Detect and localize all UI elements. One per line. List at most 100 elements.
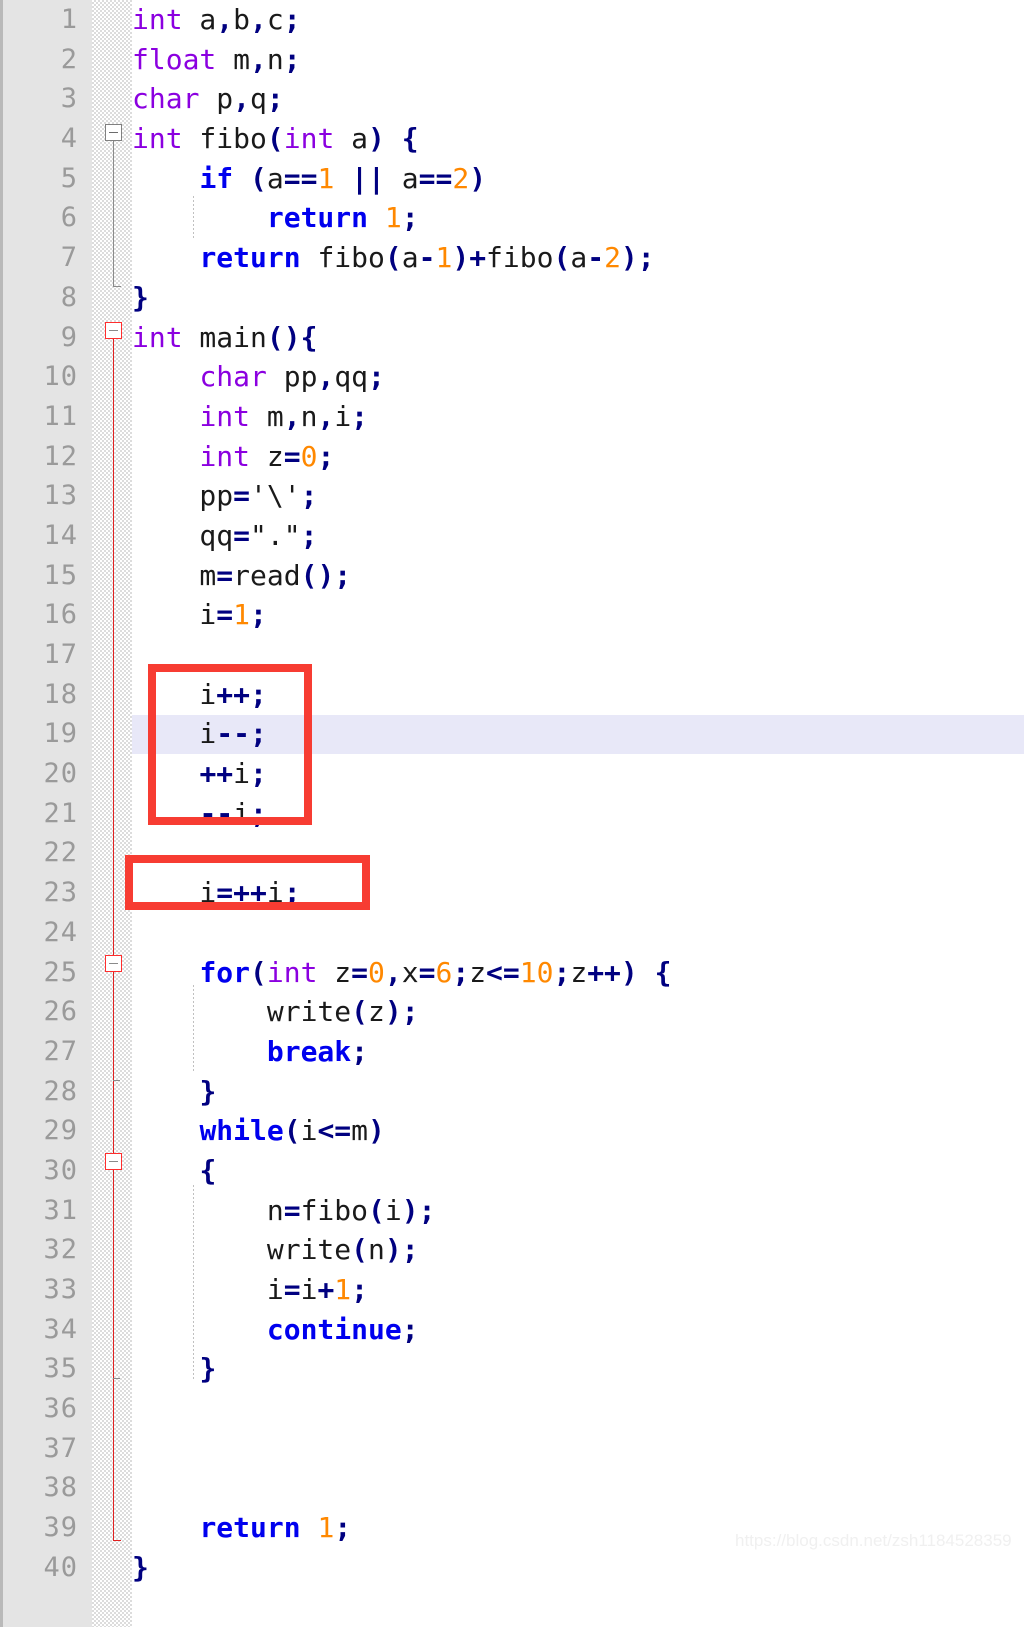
token-control-keyword: for bbox=[199, 955, 251, 989]
code-line[interactable]: return 1; bbox=[132, 198, 1024, 238]
code-folding-strip[interactable] bbox=[92, 0, 132, 1627]
line-number: 3 bbox=[60, 83, 78, 115]
code-line[interactable]: for(int z=0,x=6;z<=10;z++) { bbox=[132, 953, 1024, 993]
token-text: m bbox=[351, 1114, 369, 1148]
token-operator: -- bbox=[216, 717, 251, 751]
line-number: 36 bbox=[43, 1393, 78, 1425]
token-text: pp bbox=[266, 360, 318, 394]
token-operator: ++ bbox=[587, 955, 621, 989]
code-line[interactable]: i=i+1; bbox=[132, 1270, 1024, 1310]
code-line[interactable]: continue; bbox=[132, 1310, 1024, 1350]
token-operator: == bbox=[283, 161, 318, 195]
code-line[interactable]: i=++i; bbox=[132, 873, 1024, 913]
code-line[interactable]: { bbox=[132, 1151, 1024, 1191]
fold-toggle-line-30[interactable] bbox=[105, 1153, 122, 1170]
code-line[interactable]: n=fibo(i); bbox=[132, 1191, 1024, 1231]
code-line[interactable]: qq="."; bbox=[132, 516, 1024, 556]
code-line-empty[interactable] bbox=[132, 1389, 1024, 1429]
line-number: 4 bbox=[60, 123, 78, 155]
token-type-keyword: int bbox=[199, 439, 251, 473]
code-line[interactable]: char pp,qq; bbox=[132, 357, 1024, 397]
fold-scope-foot-main bbox=[113, 1540, 121, 1541]
code-line[interactable]: i=1; bbox=[132, 595, 1024, 635]
code-line[interactable]: write(n); bbox=[132, 1230, 1024, 1270]
line-number: 35 bbox=[43, 1353, 78, 1385]
code-line-empty[interactable] bbox=[132, 635, 1024, 675]
token-punctuation: (){ bbox=[266, 320, 318, 354]
token-number: 1 bbox=[334, 1273, 352, 1306]
code-line[interactable]: int a,b,c; bbox=[132, 0, 1024, 40]
code-line[interactable]: i++; bbox=[132, 675, 1024, 715]
line-number: 7 bbox=[60, 242, 78, 274]
token-punctuation: ) bbox=[368, 122, 385, 156]
token-punctuation: } bbox=[199, 1352, 217, 1386]
token-operator: =++ bbox=[216, 876, 267, 910]
token-text: z bbox=[317, 955, 352, 989]
code-line[interactable]: break; bbox=[132, 1032, 1024, 1072]
code-line[interactable]: int fibo(int a) { bbox=[132, 119, 1024, 159]
code-line[interactable]: ++i; bbox=[132, 754, 1024, 794]
code-line[interactable]: m=read(); bbox=[132, 556, 1024, 596]
token-text: a bbox=[570, 241, 588, 275]
token-text: i bbox=[132, 717, 217, 751]
fold-toggle-line-4[interactable] bbox=[105, 124, 122, 141]
code-line-empty[interactable] bbox=[132, 1429, 1024, 1469]
line-number: 39 bbox=[43, 1512, 78, 1544]
code-editor: 1 2 3 4 5 6 7 8 9 10 11 12 13 14 15 16 1… bbox=[0, 0, 1024, 1627]
token-operator: ++ bbox=[216, 677, 251, 711]
code-line[interactable]: int m,n,i; bbox=[132, 397, 1024, 437]
token-text: qq bbox=[334, 360, 369, 394]
code-line[interactable]: } bbox=[132, 1349, 1024, 1389]
code-line[interactable]: char p,q; bbox=[132, 79, 1024, 119]
code-line-empty[interactable] bbox=[132, 913, 1024, 953]
token-punctuation: ; bbox=[351, 1273, 369, 1306]
token-text: i bbox=[300, 1273, 318, 1306]
line-number: 40 bbox=[43, 1551, 78, 1583]
token-punctuation: } bbox=[132, 1550, 149, 1584]
token-punctuation: , bbox=[283, 399, 301, 433]
code-line[interactable]: } bbox=[132, 1072, 1024, 1112]
code-line[interactable]: write(z); bbox=[132, 992, 1024, 1032]
code-line[interactable]: } bbox=[132, 1548, 1024, 1588]
line-number: 20 bbox=[43, 758, 78, 790]
line-number: 18 bbox=[43, 678, 78, 710]
code-line[interactable]: float m,n; bbox=[132, 40, 1024, 80]
code-line-empty[interactable] bbox=[132, 1468, 1024, 1508]
code-line[interactable]: } bbox=[132, 278, 1024, 318]
code-line[interactable]: if (a==1 || a==2) bbox=[132, 159, 1024, 199]
code-content[interactable]: int a,b,c; float m,n; char p,q; int fibo… bbox=[132, 0, 1024, 1627]
token-punctuation: ( bbox=[351, 1233, 369, 1267]
fold-toggle-line-9[interactable] bbox=[105, 322, 122, 339]
token-punctuation: ; bbox=[334, 1511, 352, 1545]
fold-toggle-line-25[interactable] bbox=[105, 955, 122, 972]
code-line[interactable]: i--; bbox=[132, 714, 1024, 754]
token-control-keyword: break bbox=[266, 1034, 352, 1068]
token-type-keyword: int bbox=[132, 122, 183, 156]
token-punctuation: ); bbox=[384, 1233, 419, 1267]
token-punctuation: ; bbox=[250, 677, 267, 711]
code-line[interactable]: int z=0; bbox=[132, 437, 1024, 477]
code-line[interactable]: pp='\'; bbox=[132, 476, 1024, 516]
token-text: write bbox=[132, 995, 352, 1029]
token-punctuation: ; bbox=[317, 439, 335, 473]
token-operator: = bbox=[418, 955, 436, 989]
token-operator: + bbox=[469, 241, 487, 275]
code-line[interactable]: return fibo(a-1)+fibo(a-2); bbox=[132, 238, 1024, 278]
token-number: 1 bbox=[233, 598, 251, 632]
code-line-empty[interactable] bbox=[132, 833, 1024, 873]
code-line[interactable]: int main(){ bbox=[132, 318, 1024, 358]
code-line[interactable]: --i; bbox=[132, 794, 1024, 834]
code-line[interactable]: while(i<=m) bbox=[132, 1111, 1024, 1151]
token-number: 0 bbox=[300, 439, 318, 473]
token-punctuation: ( bbox=[553, 241, 571, 275]
token-text: m bbox=[250, 399, 284, 433]
token-text: a bbox=[266, 161, 284, 195]
token-operator: -- bbox=[199, 796, 234, 830]
token-text: n bbox=[300, 399, 318, 433]
